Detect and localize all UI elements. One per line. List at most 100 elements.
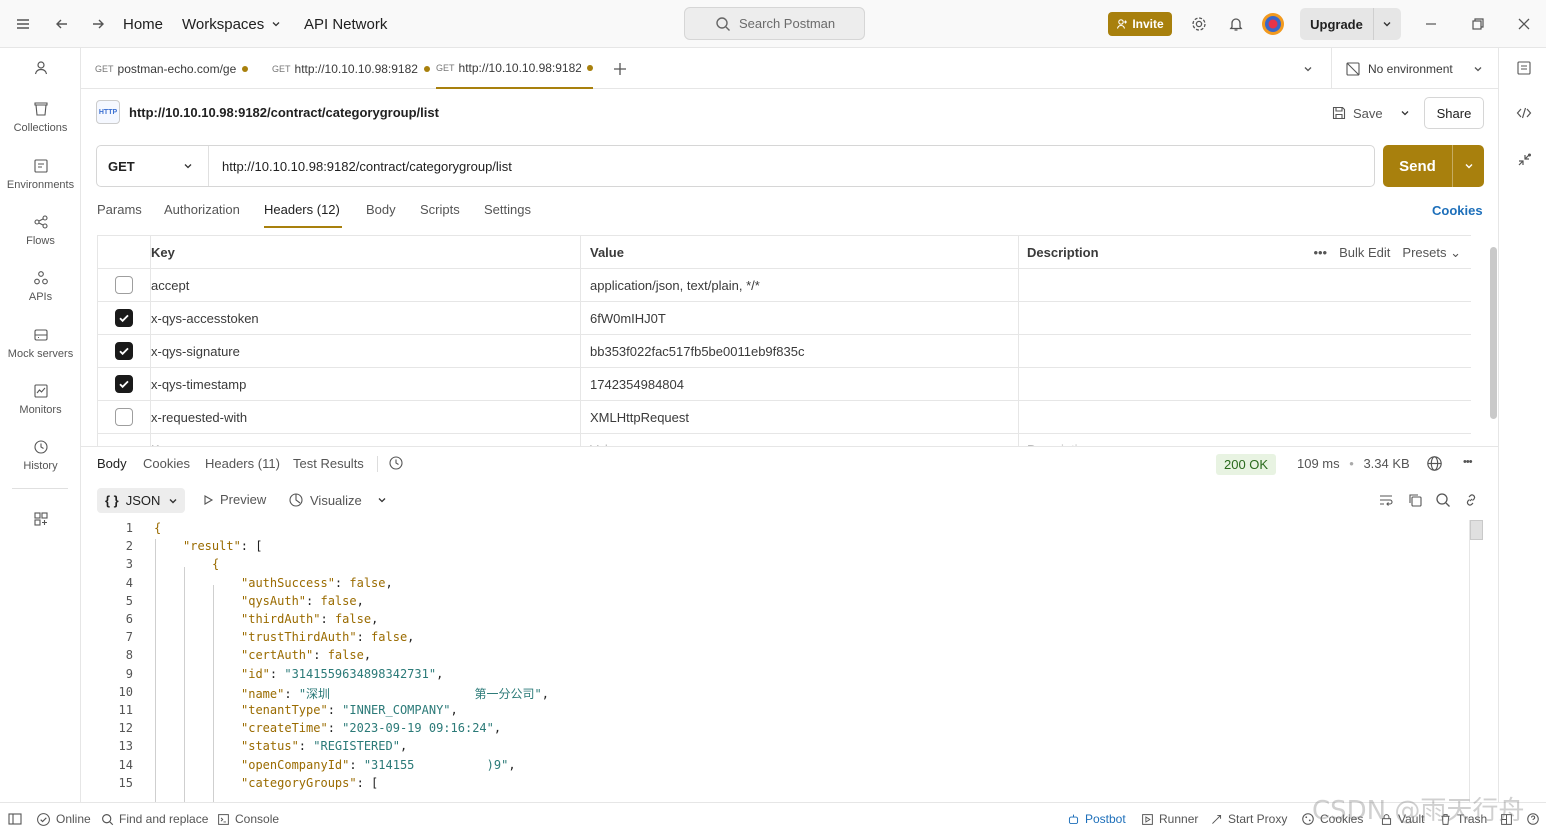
history-icon[interactable] (388, 455, 404, 471)
key-placeholder[interactable]: Key (151, 434, 581, 446)
header-description[interactable] (1019, 302, 1471, 334)
value-placeholder[interactable]: Value (581, 434, 1019, 446)
search-icon[interactable] (1435, 492, 1451, 508)
gear-icon[interactable] (1190, 0, 1208, 48)
chevron-down-icon[interactable] (1374, 18, 1400, 30)
tab-body[interactable]: Body (366, 202, 396, 228)
postbot-button[interactable]: Postbot (1067, 803, 1126, 835)
header-key[interactable]: accept (151, 269, 581, 301)
back-arrow-icon[interactable] (54, 0, 70, 48)
workspaces-menu[interactable]: Workspaces (182, 0, 282, 48)
collapse-icon[interactable] (1516, 152, 1532, 168)
upgrade-button[interactable]: Upgrade (1300, 8, 1401, 40)
menu-icon[interactable] (15, 0, 31, 48)
share-button[interactable]: Share (1424, 97, 1484, 129)
row-checkbox[interactable] (115, 276, 133, 294)
response-tab-test-results[interactable]: Test Results (293, 456, 364, 471)
tab-headers[interactable]: Headers (12) (264, 202, 342, 228)
close-icon[interactable] (1517, 0, 1531, 48)
visualize-button[interactable]: Visualize (288, 492, 388, 508)
header-key[interactable]: x-requested-with (151, 401, 581, 433)
new-tab-plus-icon[interactable] (613, 48, 627, 89)
request-tab-active[interactable]: GET http://10.10.10.98:9182/c (436, 48, 593, 89)
start-proxy-button[interactable]: Start Proxy (1210, 803, 1287, 835)
tab-settings[interactable]: Settings (484, 202, 531, 228)
send-button[interactable]: Send (1383, 145, 1484, 187)
link-icon[interactable] (1463, 492, 1479, 508)
request-tab[interactable]: GET http://10.10.10.98:9182 (272, 48, 430, 89)
row-checkbox[interactable] (115, 408, 133, 426)
headers-scrollbar[interactable] (1490, 247, 1497, 419)
tab-params[interactable]: Params (97, 202, 142, 228)
environment-selector[interactable]: No environment (1331, 48, 1498, 89)
header-description[interactable] (1019, 269, 1471, 301)
response-tab-headers[interactable]: Headers (11) (205, 456, 280, 471)
wrap-lines-icon[interactable] (1378, 492, 1394, 508)
tab-authorization[interactable]: Authorization (164, 202, 240, 228)
header-key[interactable]: x-qys-signature (151, 335, 581, 367)
forward-arrow-icon[interactable] (90, 0, 106, 48)
sidebar-item-environments[interactable]: Environments (0, 158, 81, 191)
sidebar-item-monitors[interactable]: Monitors (0, 383, 81, 416)
environment-quick-look-icon[interactable] (1516, 60, 1532, 76)
bulk-edit-button[interactable]: Bulk Edit (1339, 245, 1390, 260)
method-select[interactable]: GET (97, 146, 209, 186)
url-input[interactable]: http://10.10.10.98:9182/contract/categor… (209, 159, 512, 174)
response-time[interactable]: 109 ms (1297, 456, 1340, 471)
row-checkbox-checked[interactable] (115, 375, 133, 393)
more-options-icon[interactable]: ••• (1463, 456, 1473, 468)
header-description[interactable] (1019, 335, 1471, 367)
help-icon[interactable] (1526, 803, 1540, 835)
sidebar-item-history[interactable]: History (0, 439, 81, 472)
preview-button[interactable]: Preview (202, 492, 266, 507)
row-checkbox-checked[interactable] (115, 342, 133, 360)
pane-divider[interactable] (81, 446, 1498, 447)
configure-sidebar-icon[interactable] (0, 511, 81, 527)
row-checkbox-checked[interactable] (115, 309, 133, 327)
copy-icon[interactable] (1407, 492, 1423, 508)
presets-button[interactable]: Presets ⌄ (1402, 245, 1461, 261)
response-body-editor[interactable]: 1 {2 "result": [3 {4 "authSuccess": false, 5 "… (97, 520, 1467, 802)
restore-icon[interactable] (1471, 0, 1485, 48)
avatar[interactable] (1261, 0, 1285, 48)
response-tab-body[interactable]: Body (97, 456, 127, 471)
user-icon[interactable] (0, 60, 81, 76)
request-title[interactable]: http://10.10.10.98:9182/contract/categor… (129, 105, 439, 120)
description-placeholder[interactable]: Description (1019, 434, 1471, 446)
editor-scrollbar[interactable] (1470, 520, 1483, 540)
search-input[interactable]: Search Postman (684, 7, 865, 40)
header-description[interactable] (1019, 401, 1471, 433)
sidebar-item-collections[interactable]: Collections (0, 101, 81, 134)
api-network-link[interactable]: API Network (304, 0, 387, 48)
home-link[interactable]: Home (123, 0, 163, 48)
cookies-link[interactable]: Cookies (1432, 203, 1483, 218)
status-badge[interactable]: 200 OK (1216, 454, 1277, 475)
toggle-sidebar-icon[interactable] (7, 803, 23, 835)
tabs-overflow-chevron-icon[interactable] (1302, 48, 1314, 89)
chevron-down-icon[interactable] (1453, 160, 1484, 172)
invite-button[interactable]: Invite (1108, 12, 1172, 36)
tab-scripts[interactable]: Scripts (420, 202, 460, 228)
runner-button[interactable]: Runner (1141, 803, 1198, 835)
header-key[interactable]: x-qys-timestamp (151, 368, 581, 400)
code-icon[interactable] (1516, 105, 1532, 121)
format-select[interactable]: { } JSON (97, 488, 185, 513)
sidebar-item-flows[interactable]: Flows (0, 214, 81, 247)
minimize-icon[interactable] (1424, 0, 1438, 48)
header-value[interactable]: 6fW0mIHJ0T (581, 302, 1019, 334)
chevron-down-icon[interactable] (376, 494, 388, 506)
sidebar-item-apis[interactable]: APIs (0, 270, 81, 303)
header-key[interactable]: x-qys-accesstoken (151, 302, 581, 334)
header-value[interactable]: XMLHttpRequest (581, 401, 1019, 433)
online-status[interactable]: Online (36, 803, 91, 835)
more-icon[interactable]: ••• (1313, 245, 1327, 260)
header-value[interactable]: bb353f022fac517fb5be0011eb9f835c (581, 335, 1019, 367)
header-value[interactable]: 1742354984804 (581, 368, 1019, 400)
chevron-down-icon[interactable] (1399, 107, 1411, 119)
find-replace-button[interactable]: Find and replace (101, 803, 208, 835)
sidebar-item-mock-servers[interactable]: Mock servers (0, 327, 81, 360)
response-size[interactable]: 3.34 KB (1363, 456, 1409, 471)
save-button[interactable]: Save (1331, 98, 1411, 128)
header-value[interactable]: application/json, text/plain, */* (581, 269, 1019, 301)
request-tab[interactable]: GET postman-echo.com/ge (95, 48, 249, 89)
